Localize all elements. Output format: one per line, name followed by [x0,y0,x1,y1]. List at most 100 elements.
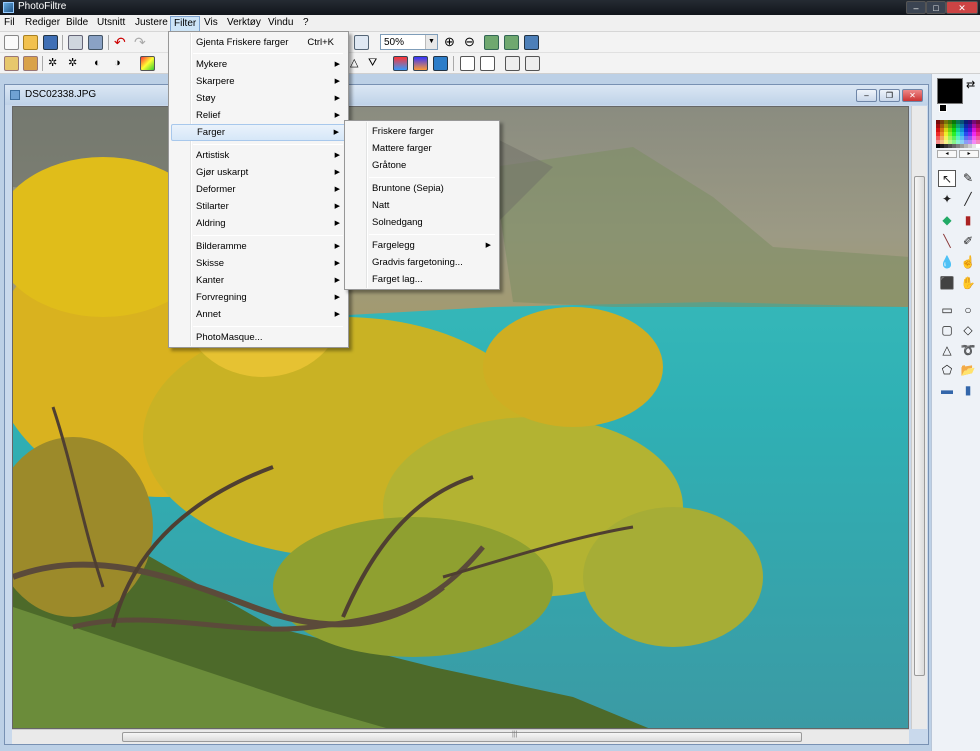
swap-colors-icon[interactable]: ⇄ [966,78,975,91]
save-icon[interactable] [43,35,58,50]
vertical-scrollbar[interactable] [911,106,927,729]
rotate-right-icon[interactable] [525,56,540,71]
menu-help[interactable]: ? [300,16,312,31]
menu-item-photomasque[interactable]: PhotoMasque... [171,329,346,346]
zoom-select[interactable]: 50% ▼ [380,34,438,50]
redo-icon[interactable]: ↷ [134,35,149,50]
menu-window[interactable]: Vindu [265,16,296,31]
brightness-down-icon[interactable]: ✲ [48,56,63,71]
menu-item-softer[interactable]: Mykere ▶ [171,56,346,73]
line-tool-icon[interactable]: ╱ [959,191,977,208]
print-icon[interactable] [68,35,83,50]
undo-icon[interactable]: ↶ [114,35,129,50]
rectangle-select-icon[interactable]: ▭ [938,302,956,319]
ellipse-select-icon[interactable]: ○ [959,302,977,319]
menu-image[interactable]: Bilde [63,16,91,31]
menu-item-sepia[interactable]: Bruntone (Sepia) [347,180,497,197]
menu-tools[interactable]: Verktøy [224,16,264,31]
color-palette[interactable] [936,120,980,148]
menu-item-distort[interactable]: Forvregning ▶ [171,289,346,306]
doc-minimize-button[interactable]: ‒ [856,89,877,102]
close-button[interactable]: ✕ [946,1,978,14]
menu-item-sketch[interactable]: Skisse ▶ [171,255,346,272]
flip-vertical-icon[interactable] [480,56,495,71]
sharpen-icon[interactable]: △ [350,56,365,71]
vertical-scroll-thumb[interactable] [914,176,925,676]
menu-item-grayscale[interactable]: Gråtone [347,157,497,174]
menu-item-frame[interactable]: Bilderamme ▶ [171,238,346,255]
zoom-in-icon[interactable]: ⊕ [444,35,459,50]
magic-wand-tool-icon[interactable]: ✦ [938,191,956,208]
menu-item-gradient-toning[interactable]: Gradvis fargetoning... [347,254,497,271]
menu-item-noise[interactable]: Støy ▶ [171,90,346,107]
menu-file[interactable]: Fil [1,16,18,31]
rotate-left-icon[interactable] [505,56,520,71]
palette-next-button[interactable]: ▸ [959,150,979,158]
doc-restore-button[interactable]: ❐ [879,89,900,102]
menu-item-edges[interactable]: Kanter ▶ [171,272,346,289]
fit-to-window-icon[interactable] [484,35,499,50]
hue-icon[interactable] [413,56,428,71]
selection-column-icon[interactable]: ▮ [959,382,977,399]
menu-item-duller-colors[interactable]: Mattere farger [347,140,497,157]
actual-size-icon[interactable] [504,35,519,50]
clone-stamp-tool-icon[interactable]: ⬛ [938,275,956,292]
maximize-button[interactable]: □ [926,1,946,14]
menu-item-sharper[interactable]: Skarpere ▶ [171,73,346,90]
palette-prev-button[interactable]: ◂ [937,150,957,158]
menu-selection[interactable]: Utsnitt [94,16,128,31]
menu-item-relief[interactable]: Relief ▶ [171,107,346,124]
doc-close-button[interactable]: ✕ [902,89,923,102]
menu-item-repeat-filter[interactable]: Gjenta Friskere farger Ctrl+K [171,34,346,51]
advanced-brush-tool-icon[interactable]: ✐ [959,233,977,250]
triangle-select-icon[interactable]: △ [938,342,956,359]
fill-bucket-tool-icon[interactable]: ◆ [938,212,956,229]
polygon-select-icon[interactable]: ⬠ [938,362,956,379]
gamma-icon[interactable] [433,56,448,71]
menu-item-sunset[interactable]: Solnedgang [347,214,497,231]
menu-item-deform[interactable]: Deformer ▶ [171,181,346,198]
fullscreen-icon[interactable] [524,35,539,50]
menu-filter[interactable]: Filter [170,16,201,31]
horizontal-scrollbar[interactable]: ||| [12,729,909,744]
menu-item-artistic[interactable]: Artistisk ▶ [171,147,346,164]
new-file-icon[interactable] [4,35,19,50]
menu-item-colored-layer[interactable]: Farget lag... [347,271,497,288]
selection-bar-icon[interactable]: ▬ [938,382,956,399]
blur-drop-tool-icon[interactable]: 💧 [938,254,956,271]
pointer-tool-icon[interactable]: ↖ [938,170,956,187]
menu-item-colors[interactable]: Farger ▶ [171,124,346,141]
scan-icon[interactable] [88,35,103,50]
menu-edit[interactable]: Rediger [22,16,63,31]
contrast-down-icon[interactable]: ◐ [94,56,109,71]
horizontal-scroll-thumb[interactable] [122,732,802,742]
contrast-up-icon[interactable]: ◑ [114,56,129,71]
auto-contrast-icon[interactable] [23,56,38,71]
foreground-color-swatch[interactable] [937,78,963,104]
saturation-icon[interactable] [140,56,155,71]
menu-adjust[interactable]: Justere [132,16,171,31]
menu-item-colorize[interactable]: Fargelegg ▶ [347,237,497,254]
menu-item-brighter-colors[interactable]: Friskere farger [347,123,497,140]
chevron-down-icon[interactable]: ▼ [425,35,437,49]
blur-icon[interactable]: ⛛ [368,56,383,71]
open-selection-icon[interactable]: 📂 [959,362,977,379]
brightness-up-icon[interactable]: ✲ [68,56,83,71]
auto-level-icon[interactable] [4,56,19,71]
menu-item-blur[interactable]: Gjør uskarpt ▶ [171,164,346,181]
menu-item-stylize[interactable]: Stilarter ▶ [171,198,346,215]
image-size-icon[interactable] [354,35,369,50]
lasso-select-icon[interactable]: ➰ [959,342,977,359]
diamond-select-icon[interactable]: ◇ [959,322,977,339]
minimize-button[interactable]: ‒ [906,1,926,14]
hand-tool-icon[interactable]: ✋ [959,275,977,292]
color-balance-icon[interactable] [393,56,408,71]
menu-item-other[interactable]: Annet ▶ [171,306,346,323]
zoom-out-icon[interactable]: ⊖ [464,35,479,50]
brush-tool-icon[interactable]: ╲ [938,233,956,250]
background-color-swatch[interactable] [939,104,947,112]
spray-tool-icon[interactable]: ▮ [959,212,977,229]
flip-horizontal-icon[interactable] [460,56,475,71]
smudge-tool-icon[interactable]: ☝ [959,254,977,271]
menu-item-night[interactable]: Natt [347,197,497,214]
